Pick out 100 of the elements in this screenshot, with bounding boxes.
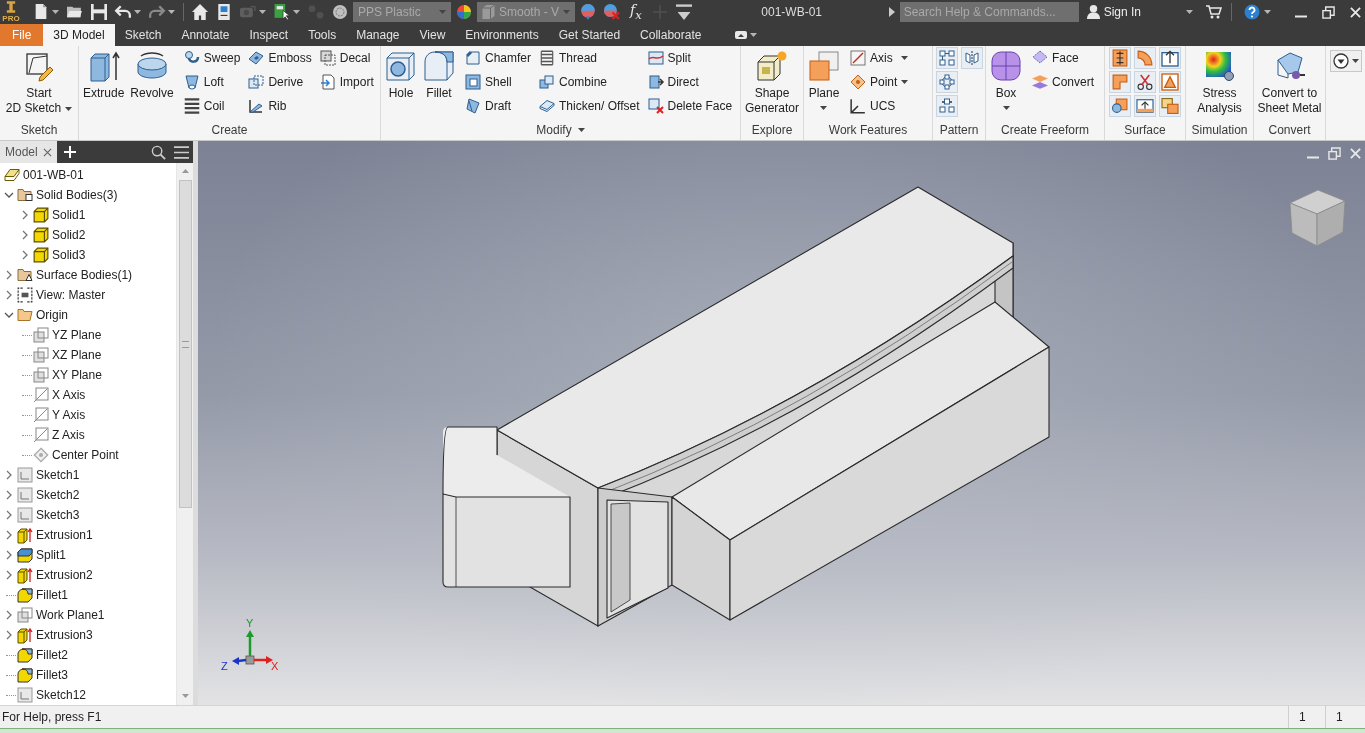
tree-item[interactable]: Extrusion3 <box>0 625 176 645</box>
ribbon-button[interactable]: Rib <box>246 94 314 118</box>
close-icon[interactable] <box>43 147 52 157</box>
tree-item[interactable]: Fillet2 <box>0 645 176 665</box>
tool-button[interactable] <box>935 95 958 117</box>
tree-item[interactable]: Solid2 <box>0 225 176 245</box>
ribbon-button[interactable]: Revolve <box>128 46 176 120</box>
ribbon-button[interactable]: Shape Generator <box>743 46 801 120</box>
parameters-button[interactable]: f$_{x}$ <box>625 1 647 23</box>
triangle-right-icon[interactable] <box>888 7 895 17</box>
ribbon-button[interactable]: Fillet <box>421 46 457 120</box>
chevron-right-icon[interactable] <box>6 490 12 500</box>
tree-item[interactable]: Center Point <box>0 445 176 465</box>
tree-item[interactable]: Z Axis <box>0 425 176 445</box>
ribbon-tab[interactable]: Collaborate <box>630 24 712 46</box>
ribbon-tab[interactable]: Sketch <box>114 24 172 46</box>
tree-item[interactable]: Split1 <box>0 545 176 565</box>
tree-item[interactable]: Extrusion2 <box>0 565 176 585</box>
search-field[interactable]: Search Help & Commands... <box>899 2 1079 22</box>
chevron-right-icon[interactable] <box>22 210 28 220</box>
ribbon-tab[interactable]: Manage <box>346 24 410 46</box>
chevron-right-icon[interactable] <box>6 630 12 640</box>
ribbon-button[interactable]: Draft <box>463 94 533 118</box>
chevron-right-icon[interactable] <box>6 530 12 540</box>
chevron-down-icon[interactable] <box>4 192 14 198</box>
minimize-icon[interactable] <box>1295 14 1307 18</box>
tool-button[interactable] <box>1134 71 1156 93</box>
tree-item[interactable]: Solid Bodies(3) <box>0 185 176 205</box>
tree-item[interactable]: Origin <box>0 305 176 325</box>
ribbon-button[interactable]: Thread <box>537 46 642 70</box>
ribbon-button[interactable]: Derive <box>246 70 314 94</box>
ribbon-button[interactable]: Combine <box>537 70 642 94</box>
ribbon-button[interactable]: Box <box>988 46 1024 120</box>
ribbon-tab[interactable]: Tools <box>298 24 347 46</box>
ribbon-button[interactable]: Thicken/ Offset <box>537 94 642 118</box>
tree-item[interactable]: Sketch3 <box>0 505 176 525</box>
chevron-right-icon[interactable] <box>6 550 12 560</box>
tree-item[interactable]: Solid1 <box>0 205 176 225</box>
ribbon-button[interactable]: Start 2D Sketch <box>3 46 75 120</box>
chevron-right-icon[interactable] <box>6 570 12 580</box>
ribbon-button[interactable]: Plane <box>806 46 842 120</box>
tree-item[interactable]: YZ Plane <box>0 325 176 345</box>
ribbon-button[interactable]: Axis <box>848 46 911 70</box>
search-icon[interactable] <box>151 144 166 160</box>
tree-item[interactable]: Extrusion1 <box>0 525 176 545</box>
ribbon-tab[interactable]: View <box>409 24 456 46</box>
tool-button[interactable] <box>1159 47 1181 69</box>
cart-icon[interactable] <box>1205 4 1221 20</box>
view-cube[interactable] <box>1289 189 1346 247</box>
tool-button[interactable] <box>1134 95 1156 117</box>
tree-item[interactable]: Solid3 <box>0 245 176 265</box>
tree-item[interactable]: Sketch12 <box>0 685 176 705</box>
ribbon-tab[interactable]: Inspect <box>239 24 299 46</box>
ribbon-button[interactable]: Loft <box>181 70 243 94</box>
tree-item[interactable]: Work Plane1 <box>0 605 176 625</box>
tree-item[interactable]: XZ Plane <box>0 345 176 365</box>
tree-item[interactable]: Fillet1 <box>0 585 176 605</box>
ribbon-tab[interactable]: Environments <box>455 24 549 46</box>
ribbon-button[interactable]: Decal <box>317 46 376 70</box>
tree-item[interactable]: Sketch1 <box>0 465 176 485</box>
ribbon-button[interactable]: Extrude <box>81 46 127 120</box>
chevron-right-icon[interactable] <box>6 270 12 280</box>
chevron-right-icon[interactable] <box>6 470 12 480</box>
ribbon-button[interactable]: Delete Face <box>645 94 735 118</box>
ribbon-options-button[interactable] <box>1330 50 1362 72</box>
ribbon-button[interactable]: Split <box>645 46 735 70</box>
ribbon-button[interactable]: Face <box>1030 46 1097 70</box>
ribbon-button[interactable]: Stress Analysis <box>1195 46 1244 120</box>
ribbon-button[interactable]: Direct <box>645 70 735 94</box>
plus-icon[interactable] <box>64 146 76 158</box>
tool-button[interactable] <box>1109 47 1131 69</box>
tree-item[interactable]: Surface Bodies(1) <box>0 265 176 285</box>
ribbon-tab[interactable]: Annotate <box>171 24 240 46</box>
ribbon-button[interactable]: Shell <box>463 70 533 94</box>
chevron-down-icon[interactable] <box>4 312 14 318</box>
chevron-right-icon[interactable] <box>6 290 12 300</box>
ribbon-button[interactable]: Hole <box>383 46 419 120</box>
tree-item[interactable]: X Axis <box>0 385 176 405</box>
ribbon-button[interactable]: Point <box>848 70 911 94</box>
tree-item[interactable]: Fillet3 <box>0 665 176 685</box>
tree-item[interactable]: Sketch2 <box>0 485 176 505</box>
sign-in-button[interactable]: Sign In <box>1083 1 1144 23</box>
chevron-right-icon[interactable] <box>6 510 12 520</box>
chevron-right-icon[interactable] <box>22 250 28 260</box>
restore-icon[interactable] <box>1322 5 1335 19</box>
caret-icon[interactable] <box>1186 10 1193 14</box>
ribbon-tab[interactable]: Get Started <box>548 24 631 46</box>
tree-item[interactable]: 001-WB-01 <box>0 165 176 185</box>
ribbon-button[interactable]: Convert to Sheet Metal <box>1255 46 1324 120</box>
tree-item[interactable]: XY Plane <box>0 365 176 385</box>
ribbon-button[interactable]: Coil <box>181 94 243 118</box>
ribbon-button[interactable]: UCS <box>848 94 911 118</box>
tree-item[interactable]: View: Master <box>0 285 176 305</box>
chevron-right-icon[interactable] <box>22 230 28 240</box>
ribbon-button[interactable]: Import <box>317 70 376 94</box>
save-button[interactable] <box>88 1 110 23</box>
ribbon-button[interactable]: Emboss <box>246 46 314 70</box>
panel-menu-button[interactable]: Modify <box>536 123 585 137</box>
tree-item[interactable]: Y Axis <box>0 405 176 425</box>
ribbon-button[interactable]: Sweep <box>181 46 243 70</box>
